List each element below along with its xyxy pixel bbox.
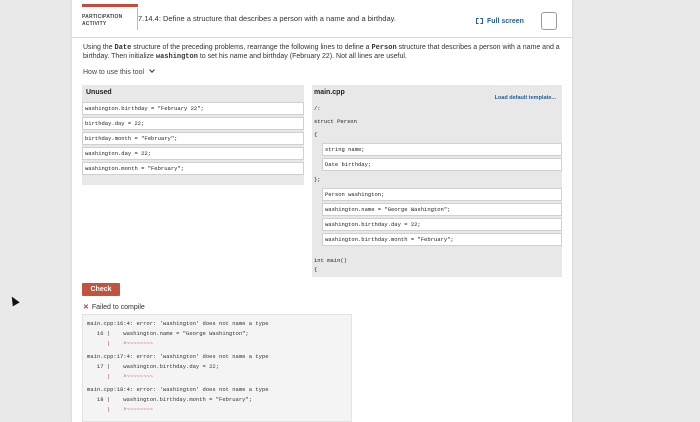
console-line: 18 | washington.birthday.month = "Februa… — [87, 396, 253, 403]
unused-code-line[interactable]: birthday.month = "February"; — [82, 132, 304, 145]
fixed-code-line: int main() — [314, 257, 348, 264]
console-line: 16 | washington.name = "George Washingto… — [87, 330, 249, 337]
console-line: | ^~~~~~~~~ — [87, 340, 154, 347]
console-line: | ^~~~~~~~~ — [87, 373, 154, 380]
console-line: 17 | washington.birthday.day = 22; — [87, 363, 220, 370]
main-cpp-panel: main.cpp Load default template... /: str… — [312, 85, 562, 277]
placed-code-line[interactable]: Person washington; — [322, 188, 562, 201]
fullscreen-icon — [476, 18, 483, 24]
placed-code-line[interactable]: washington.birthday.month = "February"; — [322, 233, 562, 246]
mouse-cursor-icon — [8, 294, 20, 307]
placed-code-line[interactable]: washington.birthday.day = 22; — [322, 218, 562, 231]
compile-status: ✕ Failed to compile — [83, 303, 145, 311]
unused-panel: Unused washington.birthday = "February 2… — [82, 85, 304, 185]
participation-activity-label: PARTICIPATION ACTIVITY — [82, 8, 138, 30]
activity-title: 7.14.4: Define a structure that describe… — [138, 14, 396, 23]
fixed-code-line: { — [314, 131, 318, 138]
console-line: main.cpp:17:4: error: 'washington' does … — [87, 353, 269, 360]
description-text-2: structure of the preceding problems, rea… — [131, 44, 372, 51]
activity-header: PARTICIPATION ACTIVITY 7.14.4: Define a … — [72, 0, 572, 38]
console-line: | ^~~~~~~~~ — [87, 406, 154, 413]
description-code-date: Date — [114, 44, 132, 52]
unused-code-line[interactable]: washington.day = 22; — [82, 147, 304, 160]
description-text-4: to set his name and birthday (February 2… — [197, 52, 407, 60]
console-line: main.cpp:18:4: error: 'washington' does … — [87, 386, 269, 393]
activity-card: PARTICIPATION ACTIVITY 7.14.4: Define a … — [72, 0, 572, 422]
description-text-1: Using the — [83, 44, 115, 51]
fixed-code-line: { — [314, 266, 318, 273]
fixed-code-line: }; — [314, 176, 321, 183]
description-code-person: Person — [371, 44, 397, 52]
main-cpp-title: main.cpp — [314, 89, 345, 96]
fixed-code-line: /: — [314, 105, 321, 112]
fullscreen-button[interactable]: Full screen — [476, 18, 524, 25]
fullscreen-label: Full screen — [487, 18, 524, 25]
placed-code-line[interactable]: Date birthday; — [322, 158, 562, 171]
chevron-down-icon — [149, 67, 155, 73]
unused-code-line[interactable]: washington.birthday = "February 22"; — [82, 102, 304, 115]
how-to-use-toggle[interactable]: How to use this tool — [83, 67, 155, 76]
compiler-output: main.cpp:16:4: error: 'washington' does … — [82, 314, 352, 422]
close-icon: ✕ — [83, 304, 89, 311]
activity-label-line2: ACTIVITY — [82, 21, 107, 27]
placed-code-line[interactable]: string name; — [322, 143, 562, 156]
unused-panel-title: Unused — [86, 89, 112, 96]
fixed-code-line: struct Person — [314, 118, 357, 125]
check-button[interactable]: Check — [82, 283, 120, 296]
load-default-template-link[interactable]: Load default template... — [495, 95, 556, 101]
unused-code-line[interactable]: birthday.day = 22; — [82, 117, 304, 130]
how-to-use-label: How to use this tool — [83, 69, 145, 76]
unused-code-line[interactable]: washington.month = "February"; — [82, 162, 304, 175]
status-text: Failed to compile — [91, 304, 145, 311]
description-code-washington: washington — [155, 52, 198, 61]
participation-accent-bar — [82, 4, 138, 7]
activity-label-line1: PARTICIPATION — [82, 14, 123, 20]
console-line: main.cpp:16:4: error: 'washington' does … — [87, 320, 269, 327]
placed-code-line[interactable]: washington.name = "George Washington"; — [322, 203, 562, 216]
activity-description: Using the Date structure of the precedin… — [83, 44, 563, 61]
completion-badge-icon — [541, 12, 557, 30]
